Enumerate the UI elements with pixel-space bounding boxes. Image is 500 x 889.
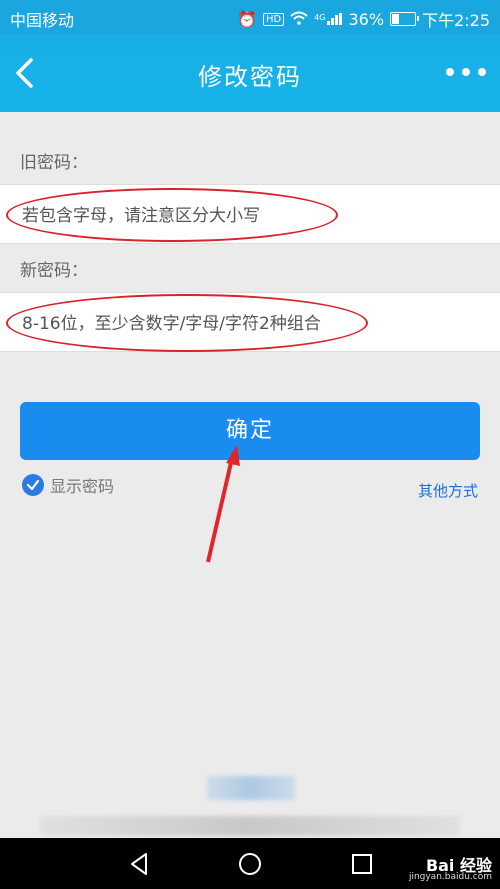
checkmark-icon — [22, 474, 44, 496]
recents-nav-button[interactable] — [348, 850, 376, 878]
alarm-icon: ⏰ — [237, 9, 257, 29]
show-password-toggle[interactable]: 显示密码 — [22, 473, 114, 497]
new-password-label: 新密码： — [20, 261, 88, 281]
status-bar: 中国移动 ⏰ HD 4G 36% 下午2:25 — [0, 0, 500, 34]
network-type: 4G — [314, 13, 326, 22]
cellular-icon: 4G — [314, 13, 342, 25]
page-title: 修改密码 — [198, 63, 302, 91]
square-recents-icon — [352, 854, 372, 874]
back-nav-button[interactable] — [126, 850, 154, 878]
battery-percent: 36% — [348, 9, 385, 29]
show-password-label: 显示密码 — [50, 477, 115, 496]
other-methods-link[interactable]: 其他方式 — [418, 480, 478, 501]
old-password-label: 旧密码： — [20, 153, 88, 173]
more-dot-icon — [446, 68, 454, 76]
circle-home-icon — [239, 853, 261, 875]
baidu-watermark-url: jingyan.baidu.com — [408, 872, 492, 882]
old-password-field[interactable]: 若包含字母，请注意区分大小写 — [0, 184, 500, 244]
hd-icon: HD — [262, 12, 285, 26]
wifi-icon — [290, 10, 308, 29]
new-password-placeholder: 8-16位，至少含数字/字母/字符2种组合 — [22, 314, 321, 334]
home-nav-button[interactable] — [236, 850, 264, 878]
system-nav-bar: Bai 经验 jingyan.baidu.com — [0, 838, 500, 889]
blurred-content — [207, 776, 295, 800]
confirm-button[interactable]: 确定 — [20, 402, 480, 460]
new-password-field[interactable]: 8-16位，至少含数字/字母/字符2种组合 — [0, 292, 500, 352]
clock: 下午2:25 — [422, 11, 490, 30]
battery-icon — [390, 12, 420, 26]
more-dot-icon — [478, 68, 486, 76]
more-dot-icon — [462, 68, 470, 76]
status-icons: ⏰ HD 4G 36% 下午2:25 — [237, 7, 490, 31]
carrier-label: 中国移动 — [10, 11, 75, 30]
header-bar: 修改密码 — [0, 34, 500, 112]
triangle-back-icon — [131, 853, 147, 875]
more-options-button[interactable] — [446, 62, 486, 82]
old-password-placeholder: 若包含字母，请注意区分大小写 — [22, 206, 260, 226]
blurred-content — [40, 816, 460, 836]
